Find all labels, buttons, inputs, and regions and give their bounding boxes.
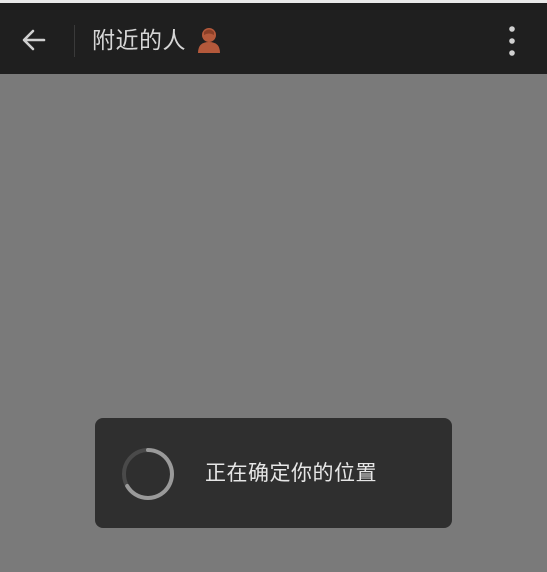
- back-button[interactable]: [14, 20, 54, 60]
- location-loading-toast: 正在确定你的位置: [95, 418, 452, 528]
- person-avatar-icon: [198, 28, 220, 53]
- header-divider: [74, 25, 75, 57]
- page-title: 附近的人: [92, 28, 186, 54]
- loading-spinner-icon: [122, 448, 174, 500]
- toast-message: 正在确定你的位置: [205, 461, 377, 485]
- more-vertical-icon: [509, 26, 515, 56]
- arrow-left-icon: [22, 29, 46, 51]
- more-options-button[interactable]: [494, 20, 530, 62]
- screen: 附近的人 正在确定你的位置: [0, 0, 547, 572]
- app-bar: 附近的人: [0, 3, 547, 74]
